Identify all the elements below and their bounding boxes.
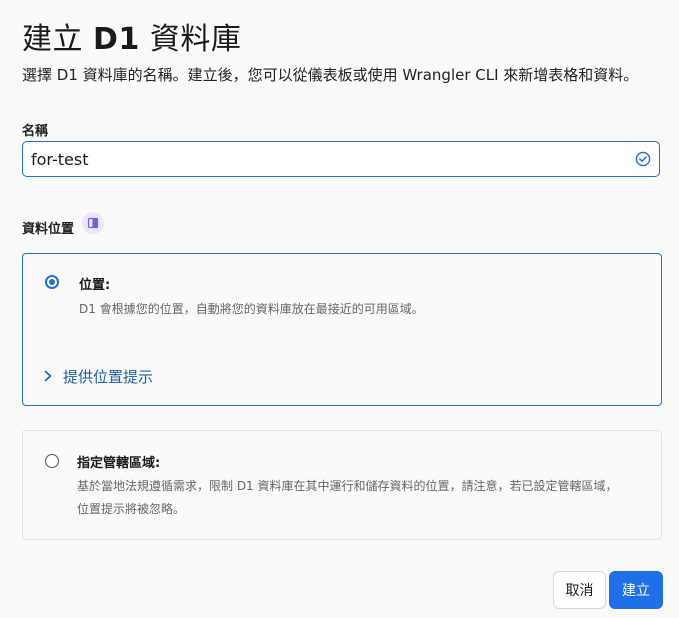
location-jurisdiction-radio[interactable] bbox=[45, 454, 59, 468]
cancel-button[interactable]: 取消 bbox=[553, 571, 606, 609]
location-auto-title: 位置: bbox=[79, 278, 111, 293]
page-subtitle: 選擇 D1 資料庫的名稱。建立後，您可以從儀表板或使用 Wrangler CLI… bbox=[22, 66, 639, 84]
name-input[interactable] bbox=[31, 142, 621, 176]
location-jurisdiction-title: 指定管轄區域: bbox=[77, 456, 161, 471]
chevron-right-icon bbox=[44, 370, 52, 382]
location-hint-toggle[interactable]: 提供位置提示 bbox=[41, 366, 153, 387]
location-jurisdiction-description: 基於當地法規遵循需求，限制 D1 資料庫在其中運行和儲存資料的位置，請注意，若已… bbox=[77, 479, 618, 516]
title-prefix: 建立 bbox=[22, 22, 94, 57]
location-auto-description: D1 會根據您的位置，自動將您的資料庫放在最接近的可用區域。 bbox=[79, 302, 424, 316]
book-icon bbox=[87, 217, 99, 229]
name-field bbox=[22, 141, 660, 177]
location-hint-label: 提供位置提示 bbox=[63, 368, 154, 386]
name-field-label: 名稱 bbox=[22, 124, 49, 139]
create-button[interactable]: 建立 bbox=[609, 571, 663, 609]
location-section-label: 資料位置 bbox=[22, 222, 75, 237]
page-title: 建立 D1 資料庫 bbox=[22, 14, 241, 58]
title-suffix: 資料庫 bbox=[139, 22, 242, 57]
location-option-jurisdiction[interactable]: 指定管轄區域: 基於當地法規遵循需求，限制 D1 資料庫在其中運行和儲存資料的位… bbox=[22, 430, 662, 540]
location-auto-radio[interactable] bbox=[45, 275, 59, 289]
title-bold: D1 bbox=[93, 22, 140, 57]
create-d1-database-page: 建立 D1 資料庫 選擇 D1 資料庫的名稱。建立後，您可以從儀表板或使用 Wr… bbox=[0, 0, 679, 618]
location-option-auto[interactable]: 位置: D1 會根據您的位置，自動將您的資料庫放在最接近的可用區域。 提供位置提… bbox=[22, 253, 662, 406]
location-docs-link[interactable] bbox=[82, 212, 104, 234]
check-circle-icon bbox=[635, 151, 651, 167]
